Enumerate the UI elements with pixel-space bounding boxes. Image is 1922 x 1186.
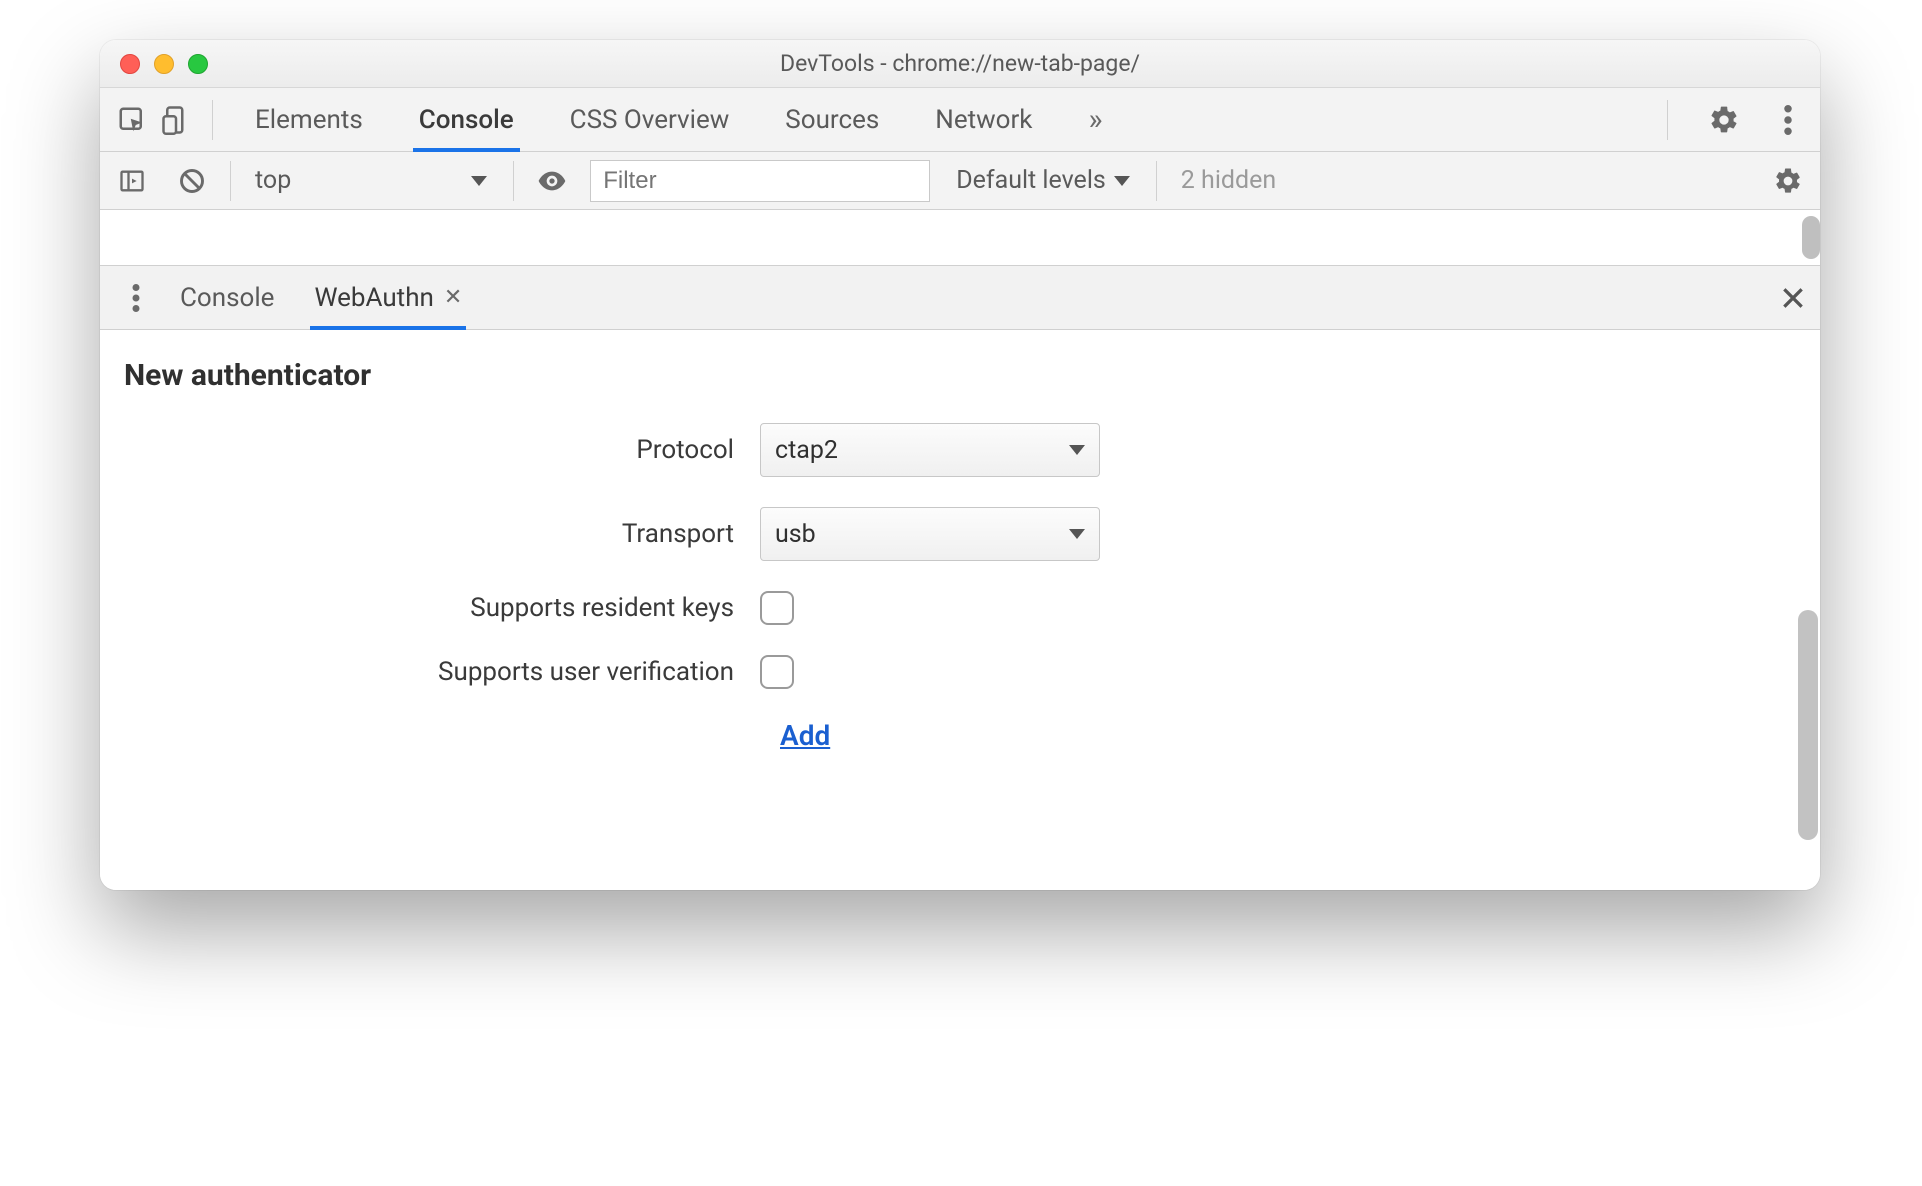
divider [230, 161, 231, 201]
console-output [100, 210, 1820, 266]
console-settings-icon[interactable] [1766, 159, 1810, 203]
divider [1156, 161, 1157, 201]
context-label: top [255, 166, 291, 195]
tab-elements[interactable]: Elements [251, 88, 367, 151]
titlebar: DevTools - chrome://new-tab-page/ [100, 40, 1820, 88]
form-row-add: Add [120, 719, 1800, 752]
divider [212, 100, 213, 140]
close-tab-icon[interactable]: ✕ [444, 285, 462, 310]
tab-label: CSS Overview [570, 105, 730, 135]
console-toolbar: top Default levels 2 hidden [100, 152, 1820, 210]
scrollbar[interactable] [1802, 216, 1820, 259]
divider [1667, 100, 1668, 140]
kebab-menu-button[interactable] [1766, 98, 1810, 142]
select-value: usb [775, 520, 816, 549]
window-title: DevTools - chrome://new-tab-page/ [100, 50, 1820, 77]
drawer-tabbar: Console WebAuthn ✕ [100, 266, 1820, 330]
tab-css-overview[interactable]: CSS Overview [566, 88, 734, 151]
authenticator-form: Protocol ctap2 Transport usb Supports re… [120, 423, 1800, 752]
levels-label: Default levels [956, 166, 1106, 195]
live-expression-icon[interactable] [530, 159, 574, 203]
user-verification-checkbox[interactable] [760, 655, 794, 689]
webauthn-panel: New authenticator Protocol ctap2 Transpo… [100, 330, 1820, 890]
form-row-user-verification: Supports user verification [120, 655, 1800, 689]
protocol-label: Protocol [120, 435, 760, 465]
console-sidebar-toggle-icon[interactable] [110, 159, 154, 203]
main-tabs: Elements Console CSS Overview Sources Ne… [251, 88, 1107, 151]
more-tabs-button[interactable] [1084, 88, 1106, 151]
section-heading: New authenticator [120, 358, 1800, 393]
transport-label: Transport [120, 519, 760, 549]
drawer-tab-console[interactable]: Console [176, 266, 278, 329]
caret-down-icon [1069, 529, 1085, 539]
caret-down-icon [471, 176, 487, 186]
console-filter-input[interactable] [590, 160, 930, 202]
transport-select[interactable]: usb [760, 507, 1100, 561]
user-verification-label: Supports user verification [120, 657, 760, 687]
tab-console[interactable]: Console [415, 88, 518, 151]
device-toolbar-icon[interactable] [154, 98, 198, 142]
protocol-select[interactable]: ctap2 [760, 423, 1100, 477]
resident-keys-checkbox[interactable] [760, 591, 794, 625]
chevrons-icon [1088, 102, 1102, 137]
tab-label: WebAuthn [314, 283, 433, 313]
caret-down-icon [1114, 176, 1130, 186]
tab-label: Console [180, 283, 274, 313]
add-authenticator-button[interactable]: Add [780, 719, 830, 752]
caret-down-icon [1069, 445, 1085, 455]
tab-label: Sources [785, 105, 879, 135]
tab-label: Elements [255, 105, 363, 135]
tab-label: Network [935, 105, 1032, 135]
execution-context-select[interactable]: top [247, 166, 497, 195]
devtools-window: DevTools - chrome://new-tab-page/ Elemen… [100, 40, 1820, 890]
main-tabbar: Elements Console CSS Overview Sources Ne… [100, 88, 1820, 152]
select-value: ctap2 [775, 436, 838, 465]
resident-keys-label: Supports resident keys [120, 593, 760, 623]
tab-sources[interactable]: Sources [781, 88, 883, 151]
close-drawer-button[interactable] [1780, 285, 1806, 311]
settings-button[interactable] [1702, 98, 1746, 142]
divider [513, 161, 514, 201]
log-levels-select[interactable]: Default levels [946, 166, 1140, 195]
hidden-messages-count[interactable]: 2 hidden [1173, 166, 1284, 195]
form-row-resident-keys: Supports resident keys [120, 591, 1800, 625]
tab-network[interactable]: Network [931, 88, 1036, 151]
tab-label: Console [419, 105, 514, 135]
inspect-element-icon[interactable] [110, 98, 154, 142]
scrollbar[interactable] [1798, 610, 1818, 840]
drawer-tab-webauthn[interactable]: WebAuthn ✕ [310, 266, 466, 329]
form-row-transport: Transport usb [120, 507, 1800, 561]
form-row-protocol: Protocol ctap2 [120, 423, 1800, 477]
drawer-kebab-menu[interactable] [114, 276, 158, 320]
clear-console-icon[interactable] [170, 159, 214, 203]
